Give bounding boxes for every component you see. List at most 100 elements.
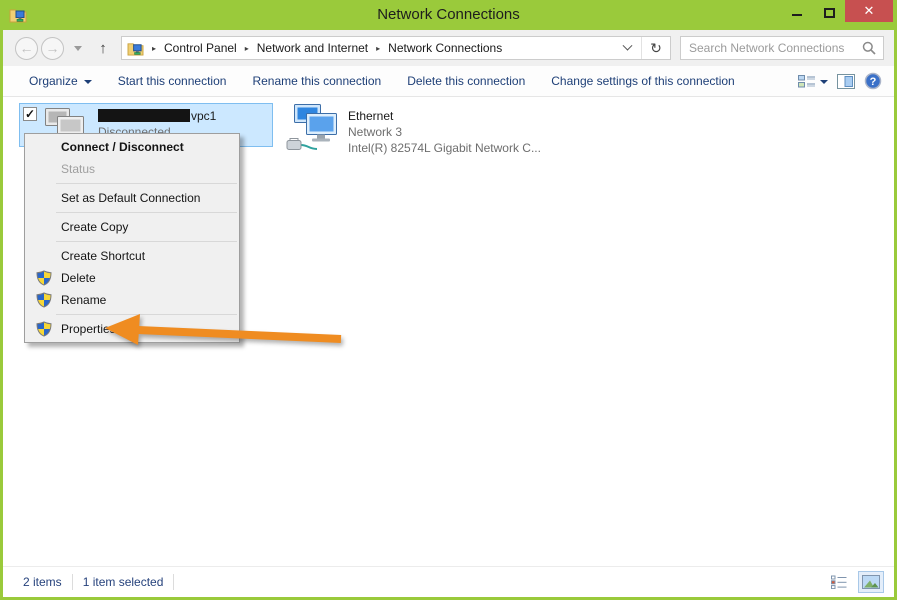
up-button[interactable]: ↑ (91, 40, 115, 57)
close-button[interactable]: ✕ (845, 0, 893, 22)
breadcrumb-separator-icon: ▸ (376, 44, 380, 53)
menu-separator (56, 241, 237, 242)
details-view-button[interactable] (826, 571, 852, 593)
rename-connection-button[interactable]: Rename this connection (239, 66, 394, 96)
address-bar-controls: ↻ (618, 37, 670, 59)
item-checkbox[interactable]: ✓ (23, 107, 37, 121)
search-input[interactable] (681, 41, 862, 55)
close-icon: ✕ (864, 3, 875, 19)
breadcrumb-network-and-internet[interactable]: Network and Internet (257, 41, 368, 55)
delete-connection-button[interactable]: Delete this connection (394, 66, 538, 96)
menu-item-connect-disconnect[interactable]: Connect / Disconnect (25, 136, 239, 158)
check-icon: ✓ (25, 107, 35, 121)
ethernet-text: Ethernet Network 3 Intel(R) 82574L Gigab… (348, 100, 541, 159)
menu-item-set-default-connection[interactable]: Set as Default Connection (25, 187, 239, 209)
recent-locations-dropdown[interactable] (74, 46, 82, 51)
connection-name: vpc1 (98, 108, 216, 124)
rename-connection-label: Rename this connection (252, 74, 381, 88)
change-settings-button[interactable]: Change settings of this connection (538, 66, 747, 96)
back-icon: ← (20, 40, 34, 56)
menu-label: Rename (61, 293, 106, 307)
help-icon (864, 72, 882, 90)
menu-separator (56, 212, 237, 213)
minimize-icon (792, 14, 802, 16)
chevron-down-icon (820, 80, 828, 84)
maximize-button[interactable] (817, 0, 841, 22)
menu-item-status: Status (25, 158, 239, 180)
breadcrumb-network-connections[interactable]: Network Connections (388, 41, 502, 55)
address-dropdown-icon[interactable] (623, 40, 633, 50)
menu-label: Properties (61, 322, 116, 336)
connection-item-ethernet[interactable]: Ethernet Network 3 Intel(R) 82574L Gigab… (286, 100, 541, 159)
start-connection-button[interactable]: Start this connection (105, 66, 240, 96)
maximize-icon (824, 8, 835, 18)
menu-item-create-copy[interactable]: Create Copy (25, 216, 239, 238)
view-icon (798, 74, 816, 88)
start-connection-label: Start this connection (118, 74, 227, 88)
uac-shield-icon (36, 321, 52, 337)
change-settings-label: Change settings of this connection (551, 74, 734, 88)
navigation-bar: ← → ↑ ▸ Control Panel ▸ Network and Inte… (3, 30, 894, 66)
menu-item-properties[interactable]: Properties (25, 318, 239, 340)
selection-count: 1 item selected (83, 575, 164, 589)
large-icons-view-icon (862, 575, 880, 589)
app-icon (9, 7, 27, 23)
help-button[interactable] (864, 72, 882, 90)
organize-button[interactable]: Organize (16, 66, 105, 96)
titlebar[interactable]: Network Connections ✕ (0, 0, 897, 30)
forward-icon: → (46, 40, 60, 56)
menu-item-create-shortcut[interactable]: Create Shortcut (25, 245, 239, 267)
preview-pane-button[interactable] (837, 74, 855, 89)
preview-pane-icon (837, 74, 855, 89)
window-title: Network Connections (0, 0, 897, 30)
delete-connection-label: Delete this connection (407, 74, 525, 88)
status-view-toggles (826, 571, 884, 593)
uac-shield-icon (36, 292, 52, 308)
menu-label: Set as Default Connection (61, 191, 200, 205)
menu-label: Status (61, 162, 95, 176)
context-menu: Connect / Disconnect Status Set as Defau… (24, 133, 240, 343)
menu-separator (56, 314, 237, 315)
large-icons-view-button[interactable] (858, 571, 884, 593)
uac-shield-icon (36, 270, 52, 286)
command-bar: Organize Start this connection Rename th… (3, 66, 894, 97)
back-button[interactable]: ← (15, 37, 38, 60)
ethernet-icon-wrap (286, 100, 348, 159)
refresh-button[interactable]: ↻ (642, 40, 670, 57)
minimize-button[interactable] (785, 0, 809, 22)
menu-label: Connect / Disconnect (61, 140, 184, 154)
address-bar[interactable]: ▸ Control Panel ▸ Network and Internet ▸… (121, 36, 671, 60)
forward-button[interactable]: → (41, 37, 64, 60)
menu-label: Delete (61, 271, 96, 285)
menu-item-delete[interactable]: Delete (25, 267, 239, 289)
breadcrumb-control-panel[interactable]: Control Panel (164, 41, 237, 55)
menu-separator (56, 183, 237, 184)
search-icon[interactable] (862, 41, 876, 55)
status-divider (173, 574, 174, 590)
status-divider (72, 574, 73, 590)
organize-label: Organize (29, 74, 78, 88)
menu-label: Create Shortcut (61, 249, 145, 263)
redacted-name (98, 109, 190, 122)
refresh-icon: ↻ (650, 40, 662, 56)
network-connections-window: Network Connections ✕ ← → ↑ ▸ Control Pa… (0, 0, 897, 600)
chevron-down-icon (84, 80, 92, 84)
details-view-icon (831, 575, 847, 589)
ethernet-device: Intel(R) 82574L Gigabit Network C... (348, 140, 541, 156)
items-count: 2 items (23, 575, 62, 589)
status-bar: 2 items 1 item selected (3, 566, 894, 597)
search-box (680, 36, 884, 60)
breadcrumb-separator-icon: ▸ (245, 44, 249, 53)
change-view-button[interactable] (798, 74, 828, 88)
menu-label: Create Copy (61, 220, 128, 234)
file-list-area[interactable]: ✓ vpc1 Disconnected Ethernet Network 3 I… (3, 97, 894, 566)
ethernet-network: Network 3 (348, 124, 541, 140)
ethernet-name: Ethernet (348, 108, 541, 124)
client-area: ← → ↑ ▸ Control Panel ▸ Network and Inte… (3, 30, 894, 597)
breadcrumb-separator-icon: ▸ (152, 44, 156, 53)
ethernet-network-icon (286, 104, 342, 154)
connection-name-suffix: vpc1 (191, 109, 216, 123)
toolbar-right-icons (798, 72, 894, 90)
location-icon (127, 41, 144, 56)
menu-item-rename[interactable]: Rename (25, 289, 239, 311)
